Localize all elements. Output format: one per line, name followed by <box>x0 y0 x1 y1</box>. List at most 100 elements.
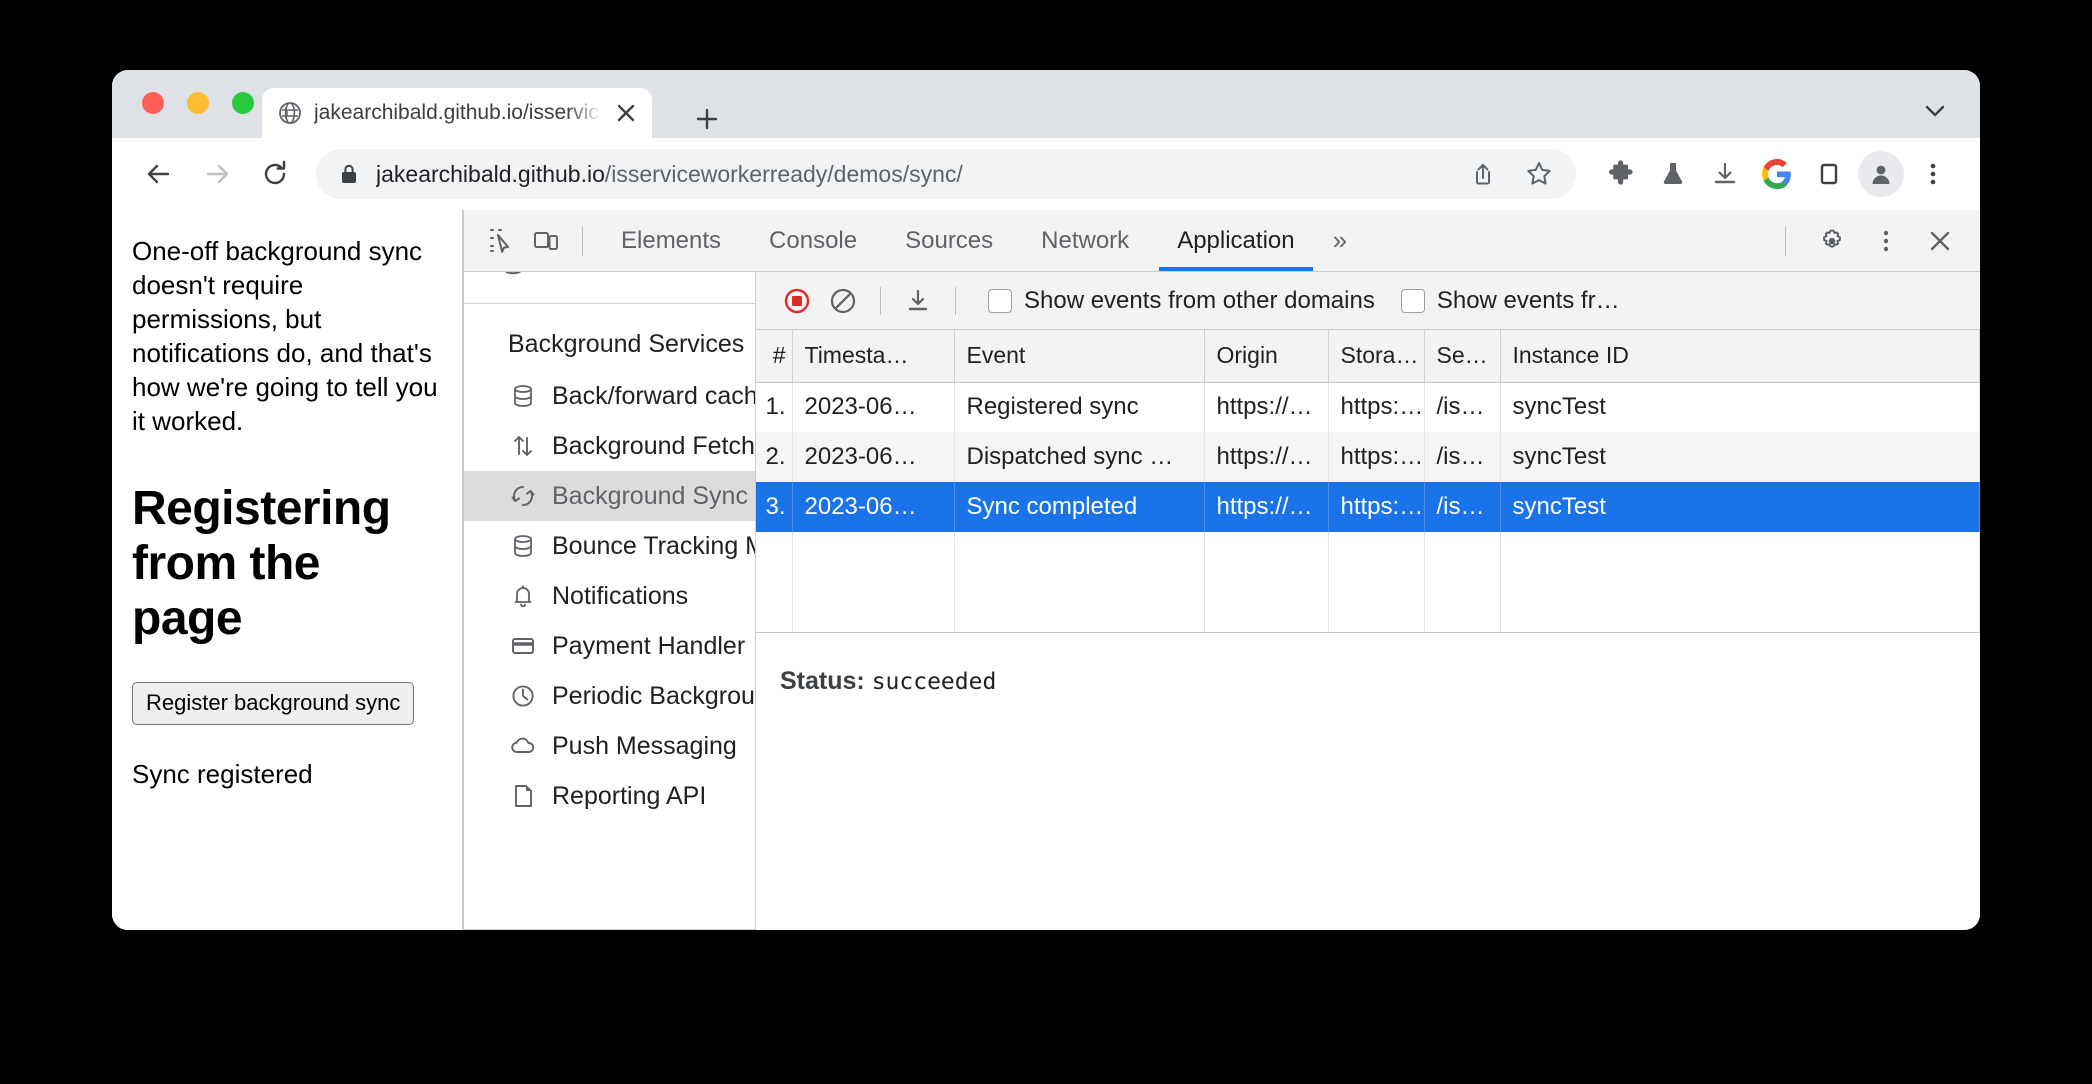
cell-empty <box>1204 532 1329 632</box>
checkbox-box[interactable] <box>988 288 1012 313</box>
cell-timestamp: 2023-06… <box>792 432 955 482</box>
table-row[interactable]: 2. 2023-06… Dispatched sync … https://… … <box>756 432 1980 482</box>
window-content: One-off background sync doesn't require … <box>112 210 1980 930</box>
table-empty-row <box>756 532 1980 632</box>
omnibox-actions <box>1460 151 1568 197</box>
url-path: /isserviceworkerready/demos/sync/ <box>604 160 963 187</box>
cell-empty <box>756 532 793 632</box>
background-sync-panel: Show events from other domains Show even… <box>756 272 1980 930</box>
cell-number: 1. <box>756 382 793 432</box>
record-stop-icon[interactable] <box>774 278 820 324</box>
screenshot-root: jakearchibald.github.io/isservic jakearc… <box>0 0 2092 1084</box>
sidebar-item-background-sync[interactable]: Background Sync <box>464 471 755 521</box>
browser-tab[interactable]: jakearchibald.github.io/isservic <box>262 88 652 138</box>
sidebar-item-periodic-background-sync[interactable]: Periodic Backgroun <box>464 671 755 721</box>
sidebar-item-back-forward-cache[interactable]: Back/forward cache <box>464 371 755 421</box>
tab-elements[interactable]: Elements <box>597 210 745 271</box>
google-icon[interactable] <box>1754 151 1800 197</box>
lock-icon <box>338 162 360 186</box>
checkbox-show-events-other-storage[interactable]: Show events fr… <box>1400 287 1620 315</box>
cell-service-worker: /is… <box>1424 482 1501 532</box>
cell-storage-key: https:… <box>1328 382 1425 432</box>
column-header-storage-key[interactable]: Stora… <box>1328 330 1425 383</box>
cell-instance-id: syncTest <box>1500 382 1980 432</box>
close-tab-icon[interactable] <box>614 101 638 125</box>
checkbox-label: Show events from other domains <box>1024 286 1375 314</box>
minimize-window-button[interactable] <box>187 92 209 114</box>
bookmark-star-icon[interactable] <box>1516 151 1562 197</box>
maximize-window-button[interactable] <box>232 92 254 114</box>
status-label: Status: <box>780 667 865 695</box>
devtools-tab-list: Elements Console Sources Network Applica… <box>597 210 1361 271</box>
column-header-number[interactable]: # <box>756 330 793 383</box>
chrome-menu-icon[interactable] <box>1910 151 1956 197</box>
tab-network[interactable]: Network <box>1017 210 1153 271</box>
tab-console[interactable]: Console <box>745 210 881 271</box>
toolbar-divider <box>582 225 583 256</box>
tab-search-chevron-down-icon[interactable] <box>1918 94 1952 128</box>
downloads-icon[interactable] <box>1702 151 1748 197</box>
forward-arrow-icon[interactable] <box>190 147 244 201</box>
sidebar-item-label: Bounce Tracking Mi <box>552 531 755 560</box>
experiments-flask-icon[interactable] <box>1650 151 1696 197</box>
checkbox-box[interactable] <box>1400 288 1425 313</box>
close-window-button[interactable] <box>142 92 164 114</box>
new-tab-button[interactable] <box>690 102 724 136</box>
sidebar-item-label: Reporting API <box>552 781 707 810</box>
address-bar[interactable]: jakearchibald.github.io/isserviceworkerr… <box>316 149 1576 199</box>
devtools-body: Background Services Back/forward cache B… <box>464 272 1980 930</box>
column-header-timestamp[interactable]: Timesta… <box>792 330 955 383</box>
extensions-puzzle-icon[interactable] <box>1598 151 1644 197</box>
events-toolbar: Show events from other domains Show even… <box>756 272 1980 330</box>
sidebar-item-payment-handler[interactable]: Payment Handler <box>464 621 755 671</box>
share-icon[interactable] <box>1460 151 1506 197</box>
sidebar-item-label: Background Fetch <box>552 431 755 460</box>
sidebar-item-background-fetch[interactable]: Background Fetch <box>464 421 755 471</box>
cell-origin: https://… <box>1204 432 1329 482</box>
column-header-service-worker[interactable]: Se… <box>1424 330 1501 383</box>
sidebar-cut-off-label <box>542 272 548 279</box>
cell-empty <box>1500 532 1980 632</box>
database-icon <box>508 381 538 411</box>
table-row[interactable]: 1. 2023-06… Registered sync https://… ht… <box>756 382 1980 432</box>
cell-timestamp: 2023-06… <box>792 382 955 432</box>
checkbox-show-events-other-domains[interactable]: Show events from other domains <box>988 287 1375 315</box>
side-panel-icon[interactable] <box>1806 151 1852 197</box>
tab-title: jakearchibald.github.io/isservic <box>314 101 599 124</box>
page-sync-status: Sync registered <box>132 759 313 790</box>
sidebar-cut-off-row <box>498 272 548 280</box>
cell-origin: https://… <box>1204 482 1329 532</box>
window-controls <box>142 92 254 114</box>
clear-circle-slash-icon[interactable] <box>820 278 866 324</box>
reload-icon[interactable] <box>248 147 302 201</box>
column-header-origin[interactable]: Origin <box>1204 330 1329 383</box>
globe-icon <box>278 101 302 125</box>
inspect-element-icon[interactable] <box>480 219 524 263</box>
events-table: # Timesta… Event Origin Stora… Se… Insta… <box>756 330 1980 632</box>
cell-origin: https://… <box>1204 382 1329 432</box>
device-toolbar-icon[interactable] <box>524 219 568 263</box>
column-header-event[interactable]: Event <box>954 330 1205 383</box>
settings-gear-icon[interactable] <box>1810 219 1854 263</box>
event-status-line: Status: succeeded <box>756 633 1980 696</box>
sync-refresh-icon <box>508 481 538 511</box>
tab-sources[interactable]: Sources <box>881 210 1017 271</box>
cell-number: 3. <box>756 482 793 532</box>
register-background-sync-button[interactable]: Register background sync <box>132 682 415 726</box>
browser-toolbar: jakearchibald.github.io/isserviceworkerr… <box>112 138 1980 210</box>
sidebar-partial-item-above[interactable] <box>464 272 755 304</box>
download-save-icon[interactable] <box>895 278 941 324</box>
column-header-instance-id[interactable]: Instance ID <box>1500 330 1980 383</box>
sidebar-item-reporting-api[interactable]: Reporting API <box>464 771 755 821</box>
back-arrow-icon[interactable] <box>132 147 186 201</box>
profile-avatar-icon[interactable] <box>1858 151 1904 197</box>
table-row-selected[interactable]: 3. 2023-06… Sync completed https://… htt… <box>756 482 1980 532</box>
sidebar-item-bounce-tracking-mitigations[interactable]: Bounce Tracking Mi <box>464 521 755 571</box>
close-devtools-icon[interactable] <box>1918 219 1962 263</box>
sidebar-item-notifications[interactable]: Notifications <box>464 571 755 621</box>
cell-number: 2. <box>756 432 793 482</box>
devtools-menu-icon[interactable] <box>1864 219 1908 263</box>
more-tabs-chevron-icon[interactable]: » <box>1319 225 1361 256</box>
tab-application[interactable]: Application <box>1153 210 1318 271</box>
sidebar-item-push-messaging[interactable]: Push Messaging <box>464 721 755 771</box>
